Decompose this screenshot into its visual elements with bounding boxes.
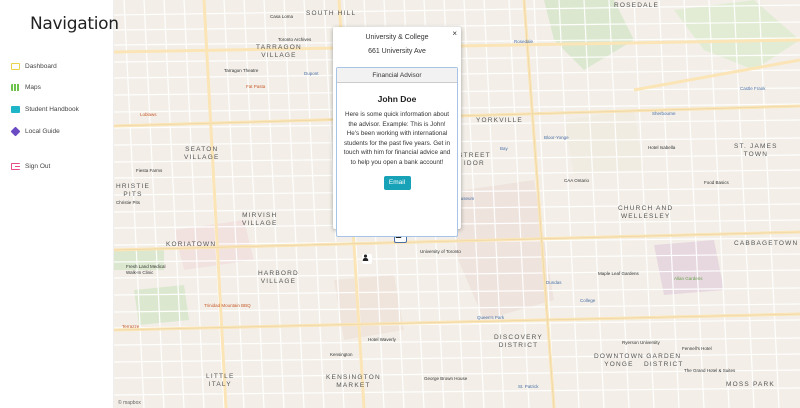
person-icon: [362, 254, 369, 261]
map-attribution[interactable]: © mapbox: [118, 400, 141, 406]
neighbourhood-label: SEATON VILLAGE: [184, 146, 220, 161]
advisor-card: Financial Advisor John Doe Here is some …: [336, 67, 458, 237]
poi-label: Kensington: [330, 352, 353, 357]
poi-label: Hotel Isabella: [648, 145, 676, 150]
popup-address: 661 University Ave: [368, 48, 426, 55]
sidebar-item-label: Maps: [25, 83, 41, 91]
poi-label: Fresh Land Medical Walk-In Clinic: [126, 264, 166, 275]
sidebar-item-maps[interactable]: Maps: [11, 80, 41, 94]
neighbourhood-label: MIRVISH VILLAGE: [242, 212, 278, 227]
poi-label: Toronto Archives: [278, 37, 312, 42]
poi-label: Castle Frank: [740, 86, 766, 91]
sign-out-icon: [11, 162, 20, 170]
neighbourhood-label: LITTLE ITALY: [206, 373, 235, 388]
neighbourhood-label: CABBAGETOWN: [734, 240, 799, 247]
poi-label: Rosedale: [514, 39, 534, 44]
poi-label: Fennell's Hotel: [682, 346, 712, 351]
book-icon: [11, 105, 20, 113]
sidebar-item-local-guide[interactable]: Local Guide: [10, 124, 60, 138]
poi-label: Tarragon Theatre: [224, 68, 259, 73]
poi-label: Hotel Waverly: [368, 337, 396, 342]
sidebar-title: Navigation: [30, 14, 119, 34]
poi-label: CAA Ontario: [564, 178, 590, 183]
neighbourhood-label: CHURCH AND WELLESLEY: [618, 205, 674, 220]
card-header: Financial Advisor: [337, 68, 457, 83]
poi-label: Food Basics: [704, 180, 729, 185]
poi-label: College: [580, 298, 596, 303]
neighbourhood-label: ST. JAMES TOWN: [734, 143, 778, 158]
poi-label: Fat Pasta: [246, 84, 266, 89]
neighbourhood-label: YORKVILLE: [476, 117, 523, 124]
sidebar-item-label: Dashboard: [25, 62, 57, 70]
neighbourhood-label: KENSINGTON MARKET: [326, 374, 381, 389]
popup-place-name: University & College: [365, 34, 429, 41]
person-marker[interactable]: [362, 254, 372, 264]
sidebar-item-label: Student Handbook: [25, 105, 79, 113]
neighbourhood-label: HRISTIE PITS: [116, 183, 151, 198]
sidebar-item-dashboard[interactable]: Dashboard: [11, 59, 57, 73]
map-popup: × University & College 661 University Av…: [333, 27, 461, 237]
poi-label: University of Toronto: [420, 249, 461, 254]
neighbourhood-label: KORIATOWN: [166, 241, 217, 248]
poi-label: Bay: [500, 146, 508, 151]
compass-icon: [10, 126, 21, 136]
neighbourhood-label: ROSEDALE: [614, 2, 660, 9]
poi-label: Terrazze: [122, 324, 140, 329]
neighbourhood-label: GARDEN DISTRICT: [644, 353, 684, 368]
advisor-name: John Doe: [377, 94, 417, 104]
neighbourhood-label: MOSS PARK: [726, 381, 775, 388]
neighbourhood-label: STREET IDOR: [458, 152, 491, 167]
dashboard-icon: [11, 62, 20, 70]
poi-label: Bloor-Yonge: [544, 135, 569, 140]
sidebar-item-label: Sign Out: [25, 162, 51, 170]
poi-label: Allan Gardens: [674, 276, 703, 281]
poi-label: Christie Pits: [116, 200, 141, 205]
email-button[interactable]: Email: [383, 175, 411, 190]
poi-label: Trinidad Mountain BBQ: [204, 303, 251, 308]
map-icon: [11, 83, 20, 91]
sidebar-item-student-handbook[interactable]: Student Handbook: [11, 102, 79, 116]
poi-label: Ryerson University: [622, 340, 660, 345]
poi-label: George Brown House: [424, 376, 468, 381]
poi-label: Queen's Park: [477, 315, 505, 320]
neighbourhood-label: DISCOVERY DISTRICT: [494, 334, 543, 349]
neighbourhood-label: DOWNTOWN YONGE: [594, 353, 644, 368]
poi-label: Casa Loma: [270, 14, 294, 19]
neighbourhood-label: SOUTH HILL: [306, 10, 357, 17]
advisor-description: Here is some quick information about the…: [343, 111, 451, 166]
poi-label: Maple Leaf Gardens: [598, 271, 639, 276]
poi-label: Fiesta Farms: [136, 168, 163, 173]
sidebar-item-sign-out[interactable]: Sign Out: [11, 159, 50, 173]
sidebar: Navigation Dashboard Maps Student Handbo…: [0, 0, 119, 408]
poi-label: Dundas: [546, 280, 562, 285]
neighbourhood-label: HARBORD VILLAGE: [258, 270, 299, 285]
neighbourhood-label: TARRAGON VILLAGE: [256, 44, 302, 59]
poi-label: Dupont: [304, 71, 319, 76]
poi-label: Sherbourne: [652, 111, 676, 116]
poi-label: The Grand Hotel & Suites: [684, 368, 736, 373]
poi-label: Loblaws: [140, 112, 157, 117]
poi-label: St. Patrick: [518, 384, 539, 389]
sidebar-item-label: Local Guide: [25, 127, 60, 135]
